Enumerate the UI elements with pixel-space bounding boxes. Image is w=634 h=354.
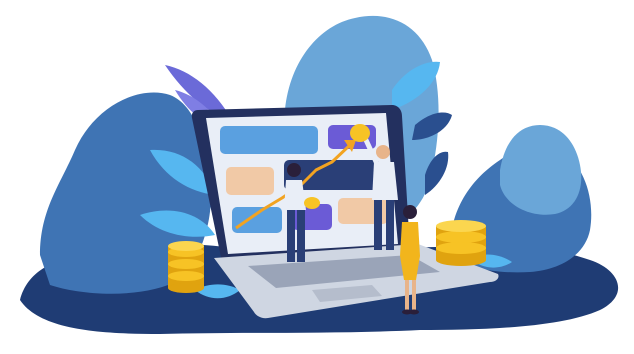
illustration-scene	[20, 15, 619, 334]
coin-stack-icon	[168, 241, 204, 293]
laptop	[191, 105, 499, 319]
coin-stack-icon	[436, 220, 486, 266]
dashboard-card-peach	[226, 167, 274, 195]
dashboard-card-blue	[220, 126, 318, 154]
dashboard-card-blue	[232, 207, 282, 233]
blob-light-right	[500, 125, 582, 215]
